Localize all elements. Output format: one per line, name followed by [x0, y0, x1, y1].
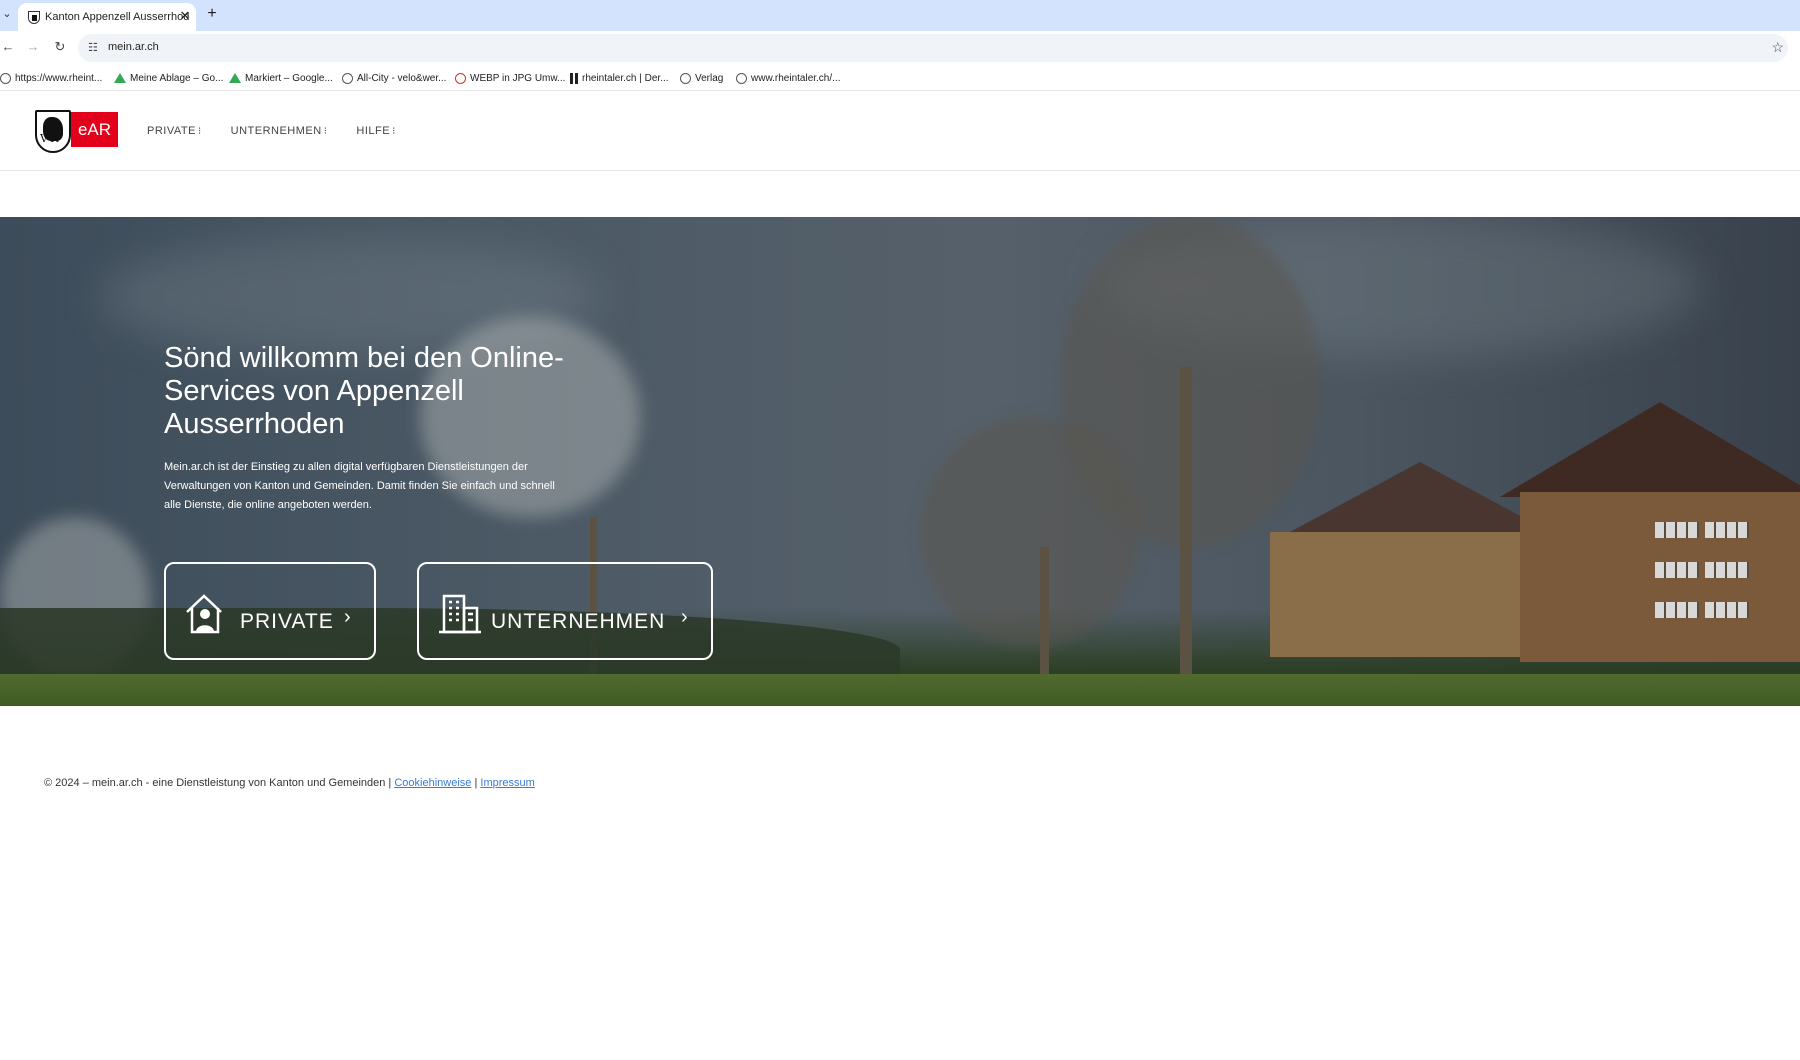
main-nav: PRIVATE ⁝ UNTERNEHMEN ⁝ HILFE ⁝ [147, 125, 396, 137]
rheintaler-icon [570, 72, 578, 84]
globe-icon [736, 72, 747, 84]
bookmark-label: https://www.rheint... [15, 72, 103, 84]
bookmark-label: WEBP in JPG Umw... [470, 72, 566, 84]
bookmark-label: All-City - velo&wer... [357, 72, 447, 84]
hero-banner: Sönd willkomm bei den Online-Services vo… [0, 217, 1800, 706]
bookmark-label: Meine Ablage – Go... [130, 72, 224, 84]
bookmark-label: Markiert – Google... [245, 72, 333, 84]
bookmark-item[interactable]: All-City - velo&wer... [342, 70, 446, 86]
address-bar[interactable]: ☷ mein.ar.ch ☆ [78, 34, 1788, 62]
site-info-icon[interactable]: ☷ [88, 41, 102, 55]
hero-content: Sönd willkomm bei den Online-Services vo… [164, 342, 764, 515]
nav-item-unternehmen[interactable]: UNTERNEHMEN ⁝ [231, 125, 328, 137]
dropdown-dots-icon: ⁝ [197, 126, 202, 137]
reload-icon[interactable]: ↻ [52, 39, 68, 57]
hero-background-grass [0, 674, 1800, 706]
logo-text: eAR [71, 112, 118, 147]
shield-letters: VR [40, 132, 61, 145]
drive-icon [114, 73, 126, 83]
nav-label: HILFE [356, 125, 391, 137]
office-building-icon [439, 594, 481, 634]
globe-icon [342, 72, 353, 84]
chevron-right-icon: › [344, 606, 351, 628]
nav-label: UNTERNEHMEN [230, 125, 322, 137]
tab-close-icon[interactable]: ✕ [178, 8, 192, 24]
browser-tab-active[interactable]: Kanton Appenzell Ausserrhoden ✕ [18, 3, 196, 31]
bookmark-star-icon[interactable]: ☆ [1771, 39, 1784, 56]
canton-favicon-icon [28, 11, 40, 24]
hero-background-tree-trunk [1180, 367, 1192, 677]
ear-logo[interactable]: VR eAR [35, 110, 118, 154]
bookmark-item[interactable]: Markiert – Google... [229, 70, 333, 86]
unternehmen-button[interactable]: UNTERNEHMEN › [417, 562, 713, 660]
tab-search-chevron-icon[interactable]: ⌄ [0, 7, 14, 23]
bookmark-item[interactable]: https://www.rheint... [0, 70, 102, 86]
nav-item-hilfe[interactable]: HILFE ⁝ [356, 125, 395, 137]
globe-icon [0, 72, 11, 84]
dropdown-dots-icon: ⁝ [392, 126, 396, 137]
chevron-right-icon: › [681, 606, 688, 628]
bookmark-item[interactable]: Meine Ablage – Go... [114, 70, 223, 86]
url-text[interactable]: mein.ar.ch [108, 41, 159, 53]
nav-label: PRIVATE [147, 125, 196, 137]
globe-icon [680, 72, 691, 84]
new-tab-button[interactable]: + [203, 5, 221, 25]
house-person-icon [186, 594, 222, 634]
back-arrow-icon[interactable]: ← [0, 39, 16, 57]
bookmark-label: www.rheintaler.ch/... [751, 72, 841, 84]
hero-title: Sönd willkomm bei den Online-Services vo… [164, 342, 564, 440]
hero-description: Mein.ar.ch ist der Einstieg zu allen dig… [164, 461, 555, 511]
bear-shield-icon: VR [35, 110, 71, 153]
bookmark-item[interactable]: rheintaler.ch | Der... [570, 70, 669, 86]
footer-copyright: © 2024 – mein.ar.ch - eine Dienstleistun… [44, 777, 392, 789]
tab-title: Kanton Appenzell Ausserrhoden [45, 11, 190, 23]
hero-background-farmhouse [1270, 402, 1800, 662]
dropdown-dots-icon: ⁝ [323, 126, 328, 137]
bookmark-item[interactable]: WEBP in JPG Umw... [455, 70, 565, 86]
nav-item-private[interactable]: PRIVATE ⁝ [147, 125, 202, 137]
site-header: VR eAR PRIVATE ⁝ UNTERNEHMEN ⁝ HILFE ⁝ [0, 92, 1800, 171]
forward-arrow-icon[interactable]: → [25, 39, 41, 57]
cookiehinweise-link[interactable]: Cookiehinweise [394, 777, 471, 789]
drive-icon [229, 73, 241, 83]
hero-background-tree-trunk [1040, 547, 1049, 677]
browser-toolbar: ← → ↻ ☷ mein.ar.ch ☆ [0, 31, 1800, 65]
bookmark-label: rheintaler.ch | Der... [582, 72, 669, 84]
footer-separator: | [474, 777, 478, 789]
unternehmen-button-label: UNTERNEHMEN [491, 610, 666, 633]
bookmarks-bar: https://www.rheint... Meine Ablage – Go..… [0, 65, 1800, 91]
footer: © 2024 – mein.ar.ch - eine Dienstleistun… [44, 777, 535, 789]
bookmark-item[interactable]: www.rheintaler.ch/... [736, 70, 840, 86]
private-button-label: PRIVATE [240, 610, 334, 633]
bookmark-label: Verlag [695, 72, 724, 84]
impressum-link[interactable]: Impressum [480, 777, 534, 789]
bookmark-item[interactable]: Verlag [680, 70, 723, 86]
browser-tabbar: ⌄ Kanton Appenzell Ausserrhoden ✕ + [0, 0, 1800, 31]
private-button[interactable]: PRIVATE › [164, 562, 376, 660]
webp-icon [455, 72, 466, 84]
